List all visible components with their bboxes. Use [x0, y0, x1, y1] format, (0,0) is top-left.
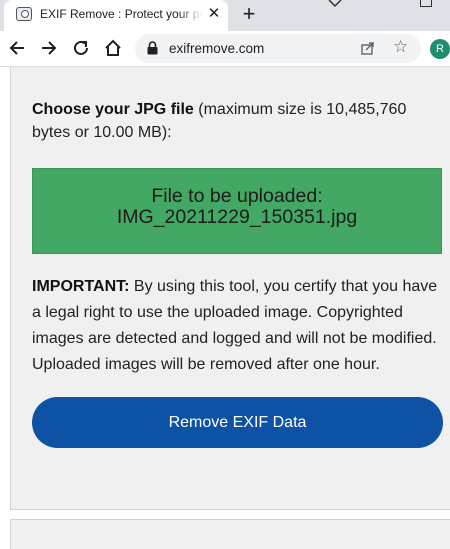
upload-caption: File to be uploaded:	[151, 185, 323, 207]
share-icon[interactable]	[361, 41, 375, 55]
new-tab-button[interactable]: +	[238, 2, 260, 26]
file-drop-zone[interactable]: File to be uploaded: IMG_20211229_150351…	[32, 168, 442, 254]
camera-icon	[16, 7, 32, 21]
forward-arrow-icon[interactable]	[40, 39, 58, 57]
upload-card: Choose your JPG file (maximum size is 10…	[10, 67, 450, 510]
lock-icon[interactable]	[147, 41, 158, 55]
important-notice: IMPORTANT: By using this tool, you certi…	[32, 274, 447, 378]
choose-file-label: Choose your JPG file (maximum size is 10…	[32, 98, 437, 144]
url-text[interactable]: exifremove.com	[169, 41, 264, 56]
next-card	[10, 519, 450, 549]
page-content: Choose your JPG file (maximum size is 10…	[0, 67, 450, 549]
important-label: IMPORTANT:	[32, 278, 130, 295]
tab-strip: EXIF Remove : Protect your privacy ✕ +	[0, 0, 450, 31]
window-restore-icon[interactable]	[420, 0, 432, 7]
chevron-down-icon[interactable]	[327, 0, 343, 10]
tab-title: EXIF Remove : Protect your privacy	[40, 7, 202, 21]
uploaded-filename: IMG_20211229_150351.jpg	[116, 206, 358, 228]
home-icon[interactable]	[104, 39, 122, 57]
choose-file-heading: Choose your JPG file	[32, 101, 194, 118]
browser-tab[interactable]: EXIF Remove : Protect your privacy ✕	[4, 0, 228, 31]
reload-icon[interactable]	[72, 39, 90, 57]
back-arrow-icon[interactable]	[8, 39, 26, 57]
address-bar[interactable]: exifremove.com ☆	[135, 34, 421, 63]
bookmark-star-icon[interactable]: ☆	[393, 38, 409, 55]
profile-avatar[interactable]: R	[430, 39, 450, 59]
browser-toolbar: exifremove.com ☆ R	[0, 31, 450, 67]
close-tab-icon[interactable]: ✕	[206, 5, 222, 23]
remove-exif-button[interactable]: Remove EXIF Data	[32, 397, 443, 448]
